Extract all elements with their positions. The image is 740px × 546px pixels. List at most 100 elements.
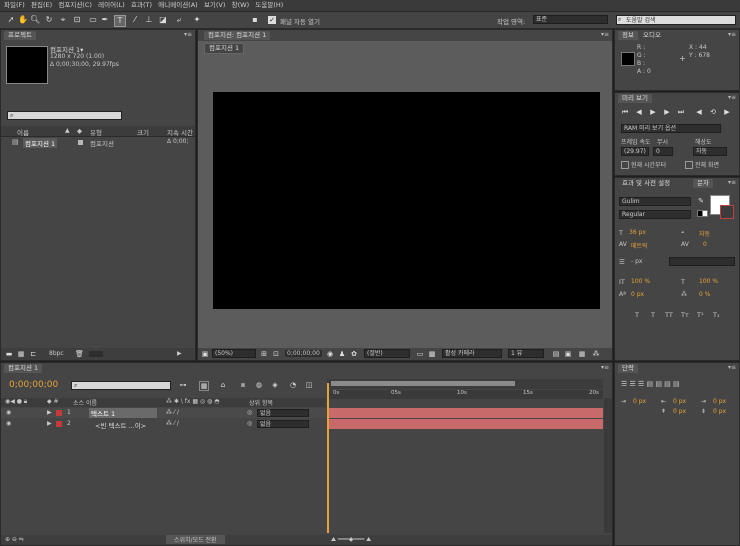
selection-tool-icon[interactable]: ➚ [6,15,16,25]
style-dropdown[interactable]: Regular [619,210,691,219]
panel-menu-icon[interactable]: ▾≡ [184,31,192,38]
black-white-swatch[interactable] [697,210,708,217]
full-screen-checkbox[interactable] [685,161,693,169]
views-dropdown[interactable]: 1 뷰 [508,349,544,358]
panel-menu-icon[interactable]: ▾≡ [728,179,736,186]
prev-frame-icon[interactable]: ◀ [635,108,643,116]
always-preview-icon[interactable]: ▣ [201,350,209,358]
menu-effect[interactable]: 효과(T) [131,0,152,11]
space-after-value[interactable]: 0 px [713,408,726,415]
comp-subtab[interactable]: 컴포지션 1 [204,43,245,54]
menu-edit[interactable]: 편집(E) [31,0,52,11]
roto-brush-tool-icon[interactable]: ⤶ [174,15,184,25]
camera-dropdown[interactable]: 활성 카메라 [442,349,502,358]
baseline-shift-value[interactable]: 0 px [631,291,644,298]
layer-name[interactable]: 텍스트 1 [89,408,157,418]
comment-icon[interactable]: ◫ [305,381,313,389]
vertical-scale-value[interactable]: 100 % [631,278,650,285]
time-ruler[interactable]: 0s 05s 10s 15s 20s [327,390,603,399]
project-search-input[interactable]: ⌕ [7,111,122,120]
indent-left-value[interactable]: 0 px [633,398,646,405]
workspace-dropdown[interactable]: 표준 [533,15,608,24]
flowchart-icon[interactable]: ⁂ [592,350,600,358]
menu-window[interactable]: 창(W) [232,0,249,11]
ram-options-dropdown[interactable]: RAM 미리 보기 옵션 [621,124,721,133]
brainstorm-icon[interactable]: ◈ [271,381,279,389]
zoom-tool-icon[interactable]: 🔍︎ [30,15,40,25]
stroke-style-dropdown[interactable] [669,257,735,266]
visibility-eye-icon[interactable]: ◉ [6,409,11,416]
tab-project[interactable]: 프로젝트 [4,31,36,40]
subscript-icon[interactable]: T₁ [713,311,720,319]
font-size-value[interactable]: 36 px [629,229,646,236]
panel-menu-icon[interactable]: ▾≡ [728,364,736,371]
expand-arrow-icon[interactable]: ▶ [47,420,52,427]
current-time[interactable]: 0;00;00;00 [285,350,322,357]
align-buttons-icons[interactable]: ☰ ☰ ☰ ▤ ▤ ▤ ▤ [621,380,680,388]
indent-first-value[interactable]: 0 px [713,398,726,405]
leading-value[interactable]: 자동 [699,229,710,238]
flowchart-icon[interactable]: ⊏ [29,350,37,358]
rotate-tool-icon[interactable]: ↻ [44,15,54,25]
layer-bar[interactable] [329,419,603,429]
menu-help[interactable]: 도움말(H) [255,0,283,11]
superscript-icon[interactable]: T¹ [697,311,704,319]
next-frame-icon[interactable]: ▶ [663,108,671,116]
timeline-search-input[interactable]: ⌕ [71,381,171,390]
tab-paragraph[interactable]: 단락 [618,364,638,373]
hand-tool-icon[interactable]: ✋ [18,15,28,25]
channel-icon[interactable]: ✿ [350,350,358,358]
snapshot-icon[interactable]: ◉ [326,350,334,358]
eraser-tool-icon[interactable]: ◪ [158,15,168,25]
frame-rate-dropdown[interactable]: (29.97) [621,147,649,156]
play-icon[interactable]: ▶ [649,108,657,116]
tab-audio[interactable]: 오디오 [639,31,665,40]
draft-3d-icon[interactable]: ▦ [199,381,209,391]
faux-bold-icon[interactable]: T [635,311,639,319]
horizontal-scale-value[interactable]: 100 % [699,278,718,285]
faux-italic-icon[interactable]: T [651,311,655,319]
parent-dropdown[interactable]: 없음 [257,409,309,417]
layout-icon[interactable]: ▤ [552,350,560,358]
clone-stamp-tool-icon[interactable]: ⊥ [144,15,154,25]
layer-label-swatch[interactable] [56,421,62,427]
col-source-name[interactable]: 소스 이름 [73,398,97,407]
graph-editor-icon[interactable]: ◔ [289,381,297,389]
current-time-indicator[interactable] [327,383,329,533]
resolution-dropdown[interactable]: 자동 [693,147,727,156]
col-size[interactable]: 크기 [137,127,149,137]
visibility-eye-icon[interactable]: ◉ [6,420,11,427]
work-area-bar[interactable] [327,379,603,389]
safe-zones-icon[interactable]: ⊞ [260,350,268,358]
shy-layers-icon[interactable]: ⌂ [219,381,227,389]
layer-label-swatch[interactable] [56,410,62,416]
eyedropper-icon[interactable]: ✎ [697,197,705,205]
help-search-input[interactable]: ⌕ 도움말 검색 [616,15,736,25]
indent-right-value[interactable]: 0 px [673,398,686,405]
resolution-dropdown[interactable]: (절반) [364,349,410,358]
pen-tool-icon[interactable]: ✒ [100,15,110,25]
menu-file[interactable]: 파일(F) [4,0,25,11]
table-row[interactable]: ◉ ▶ 1 텍스트 1 ⁂ ⁄ / ◎ 없음 [1,408,329,418]
pan-behind-tool-icon[interactable]: ⊡ [72,15,82,25]
layer-switches[interactable]: ⁂ ⁄ / [166,409,179,416]
vertical-scrollbar[interactable] [604,398,612,533]
menu-view[interactable]: 보기(V) [204,0,225,11]
layer-switches[interactable]: ⁂ ⁄ / [166,420,179,427]
camera-tool-icon[interactable]: ⌖ [58,15,68,25]
scroll-right-icon[interactable]: ▶ [177,350,182,357]
scrollbar-left[interactable] [89,351,103,357]
col-parent[interactable]: 상위 항목 [249,398,273,407]
panel-menu-icon[interactable]: ▾≡ [728,94,736,101]
table-row[interactable]: ◉ ▶ 2 <빈 텍스트 ...이> ⁂ ⁄ / ◎ 없음 [1,419,329,430]
col-duration[interactable]: 지속 시간 [167,127,193,137]
last-frame-icon[interactable]: ⏭ [677,108,685,116]
skip-dropdown[interactable]: 0 [653,147,673,156]
menu-composition[interactable]: 컴포지션(C) [58,0,92,11]
col-type[interactable]: 유형 [90,127,102,137]
panel-menu-icon[interactable]: ▾≡ [601,364,609,371]
first-frame-icon[interactable]: ⏮ [621,108,629,116]
parent-dropdown[interactable]: 없음 [257,420,309,428]
layer-bar[interactable] [329,408,603,418]
tab-info[interactable]: 정보 [618,31,638,40]
